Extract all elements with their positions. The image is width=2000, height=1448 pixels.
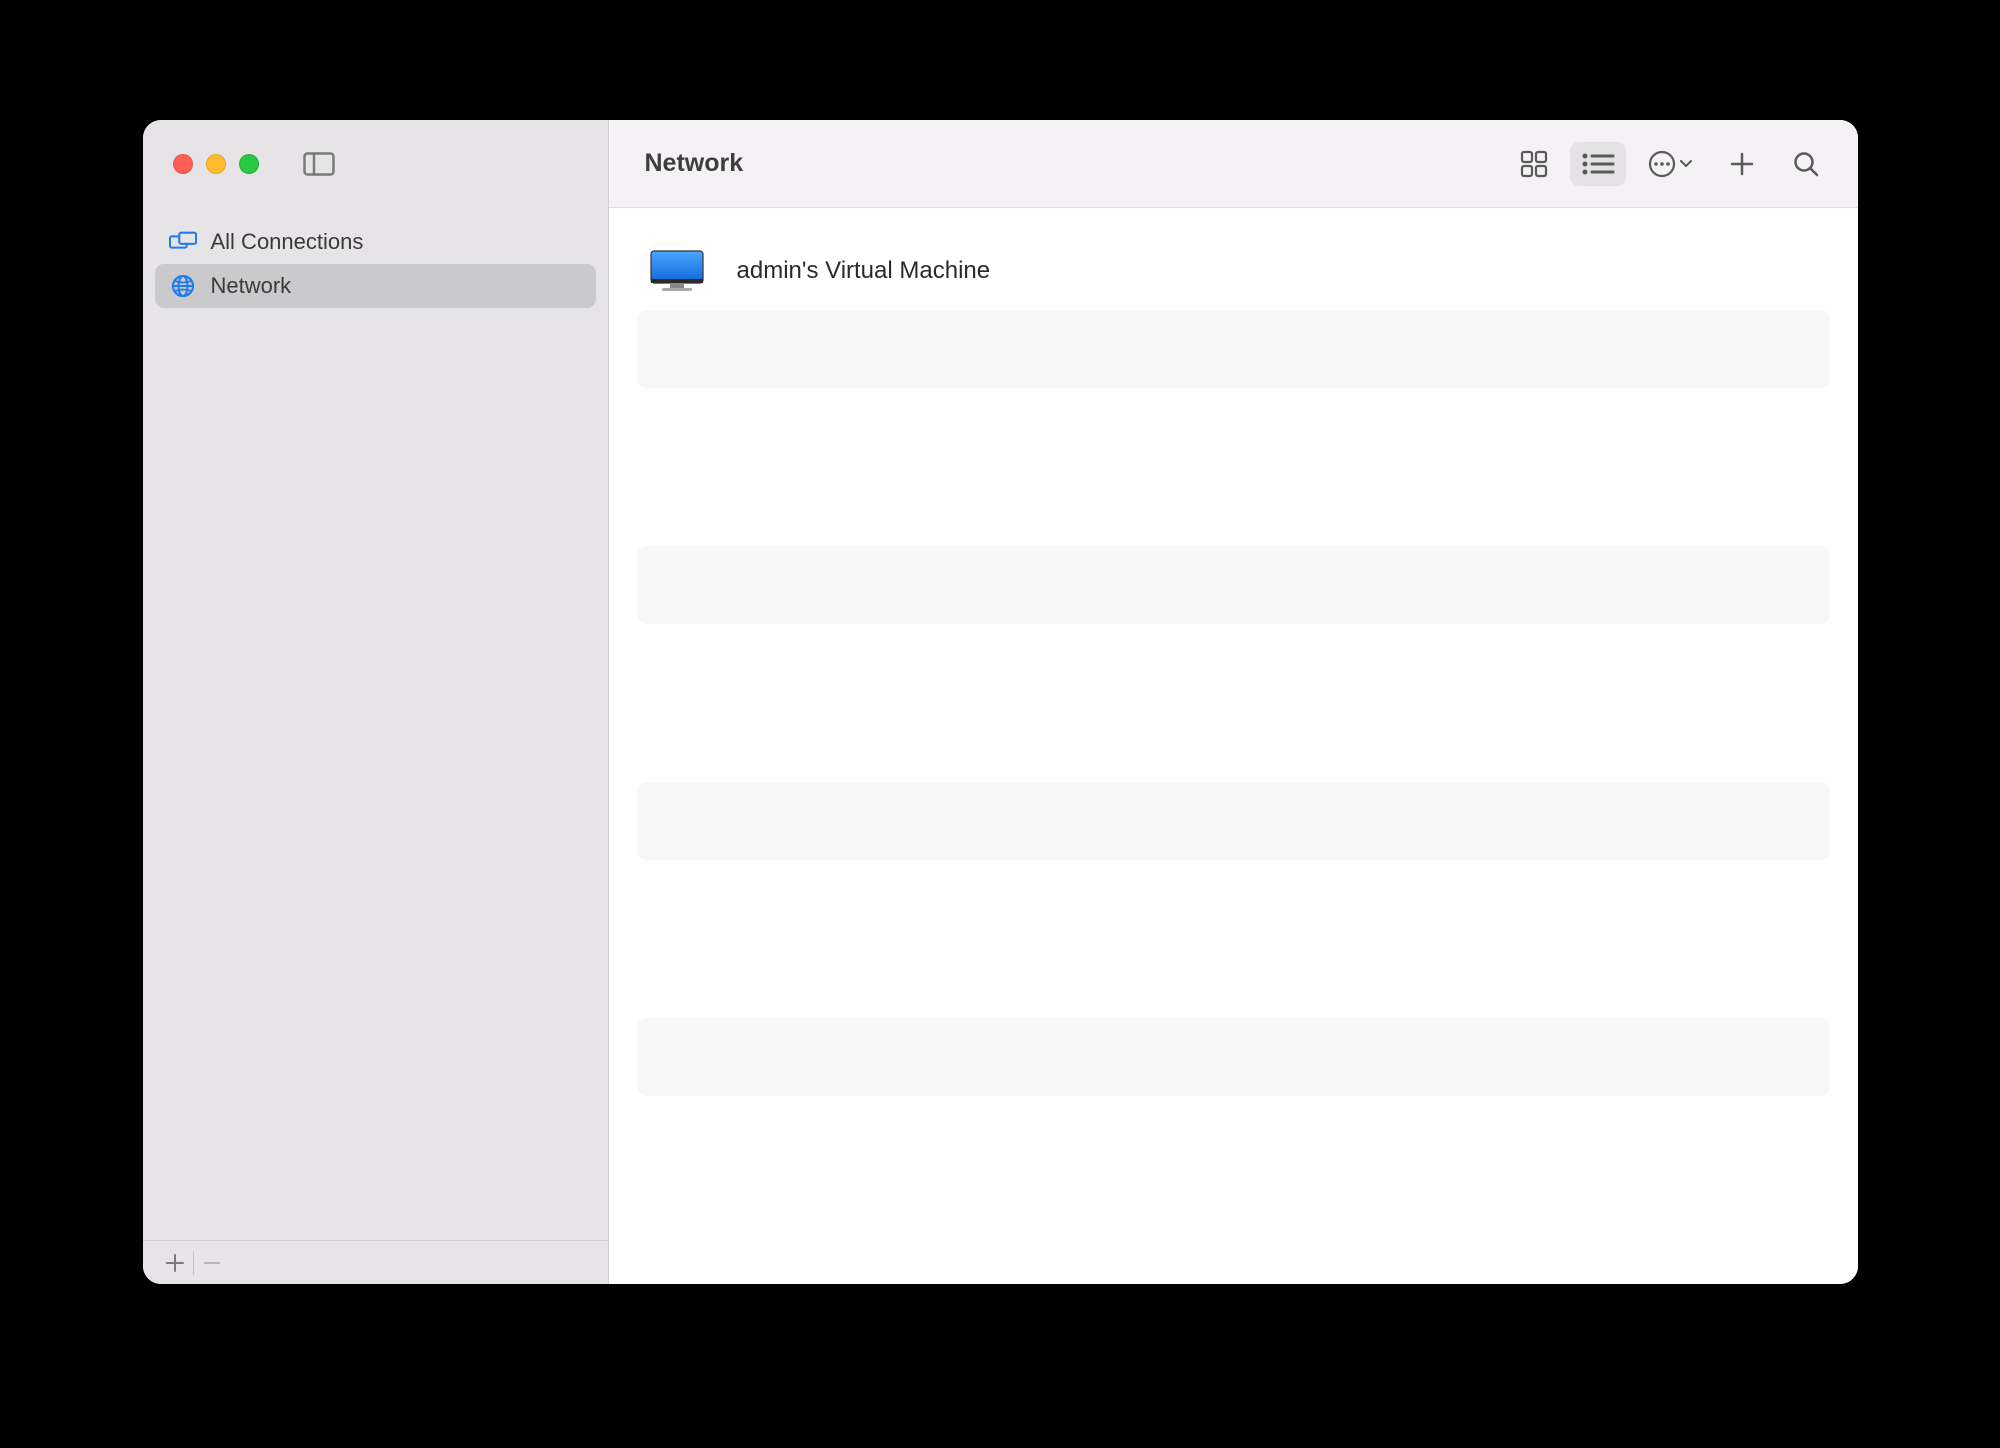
close-window-button[interactable] xyxy=(173,154,193,174)
globe-icon xyxy=(169,274,197,298)
chevron-down-icon xyxy=(1680,160,1692,168)
computer-icon xyxy=(647,249,707,293)
sidebar-item-network[interactable]: Network xyxy=(155,264,596,308)
sidebar: All Connections Network xyxy=(143,120,609,1284)
search-icon xyxy=(1793,151,1819,177)
add-button[interactable] xyxy=(157,1241,193,1284)
list-item-empty xyxy=(637,782,1830,860)
sidebar-footer xyxy=(143,1240,608,1284)
app-window: All Connections Network xyxy=(143,120,1858,1284)
titlebar-left xyxy=(143,120,608,208)
list-view-button[interactable] xyxy=(1570,142,1626,186)
list-item-empty xyxy=(637,546,1830,624)
grid-icon xyxy=(1519,149,1549,179)
toolbar-controls xyxy=(1506,142,1834,186)
sidebar-item-all-connections[interactable]: All Connections xyxy=(155,220,596,264)
minimize-window-button[interactable] xyxy=(206,154,226,174)
monitors-icon xyxy=(169,231,197,253)
new-item-button[interactable] xyxy=(1714,142,1770,186)
item-name: admin's Virtual Machine xyxy=(737,257,991,285)
more-options-button[interactable] xyxy=(1634,142,1706,186)
list-item-empty xyxy=(637,310,1830,388)
window-title: Network xyxy=(645,149,1506,178)
content-area[interactable]: admin's Virtual Machine xyxy=(609,208,1858,1284)
toggle-sidebar-button[interactable] xyxy=(303,152,335,176)
sidebar-item-label: Network xyxy=(211,273,292,299)
list-item[interactable]: admin's Virtual Machine xyxy=(637,232,1830,310)
zoom-window-button[interactable] xyxy=(239,154,259,174)
list-icon xyxy=(1581,152,1615,176)
sidebar-item-label: All Connections xyxy=(211,229,364,255)
list-item-empty xyxy=(637,1018,1830,1096)
main-panel: Network xyxy=(609,120,1858,1284)
grid-view-button[interactable] xyxy=(1506,142,1562,186)
sidebar-list: All Connections Network xyxy=(143,208,608,1240)
search-button[interactable] xyxy=(1778,142,1834,186)
remove-button[interactable] xyxy=(194,1241,230,1284)
ellipsis-circle-icon xyxy=(1648,150,1676,178)
toolbar: Network xyxy=(609,120,1858,208)
plus-icon xyxy=(1730,152,1754,176)
window-controls xyxy=(173,154,259,174)
